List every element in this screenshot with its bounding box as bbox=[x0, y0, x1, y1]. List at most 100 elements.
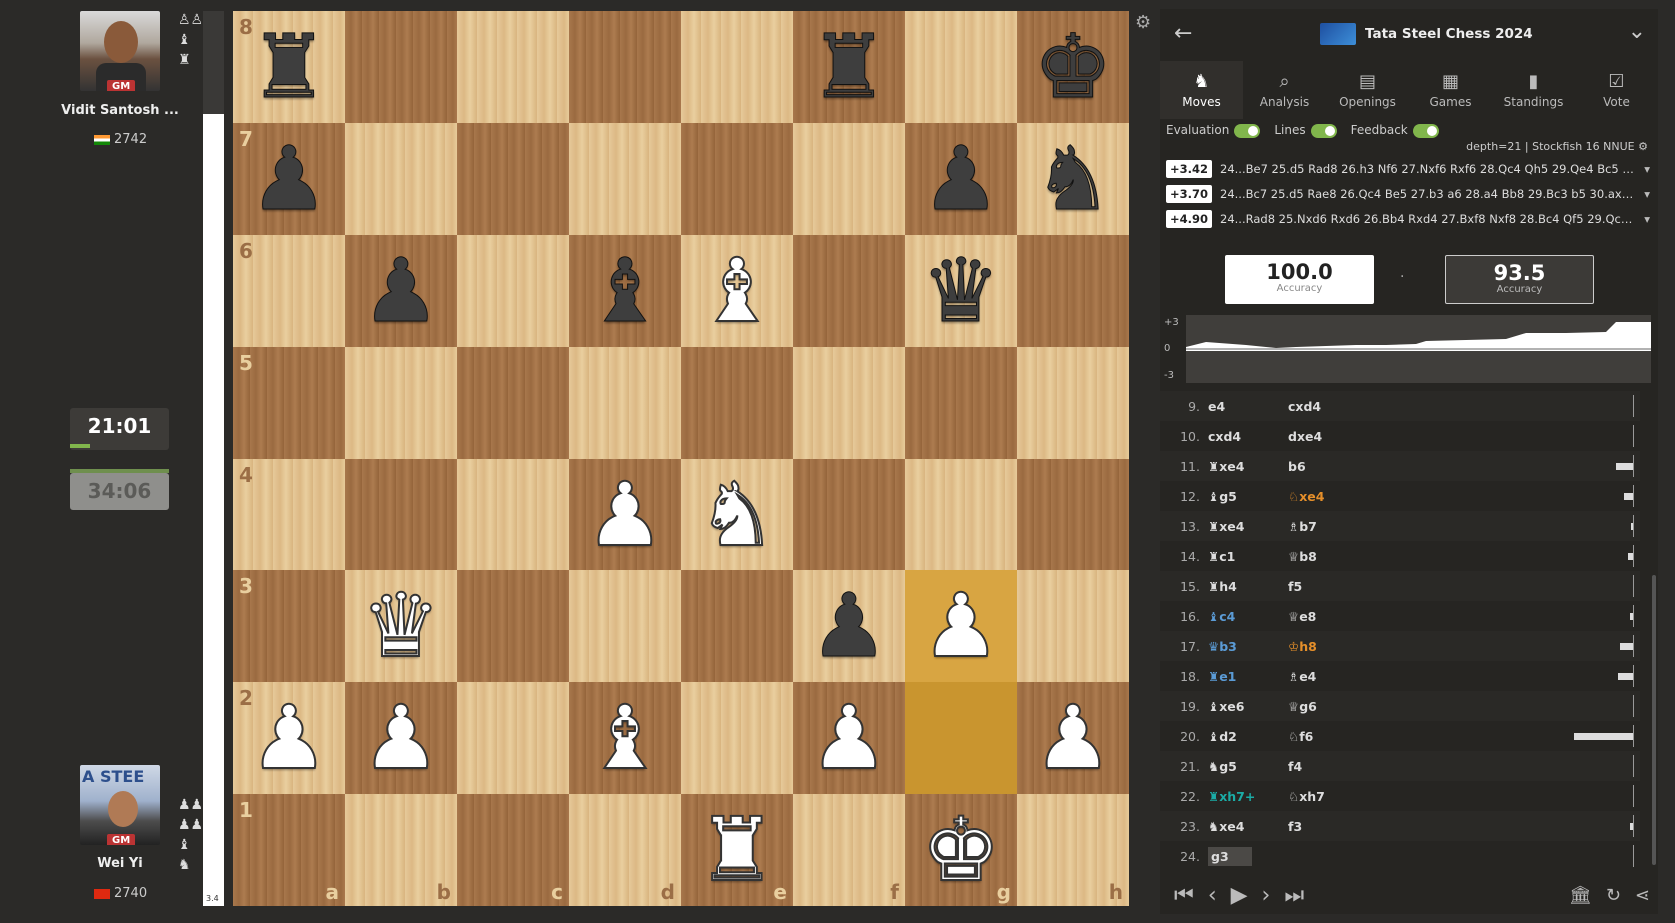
white-pawn-icon[interactable]: ♟ bbox=[1033, 693, 1114, 783]
square-a2[interactable]: 2 ♟ bbox=[233, 682, 345, 795]
white-move[interactable]: ♞g5 bbox=[1208, 759, 1288, 774]
square-c4[interactable] bbox=[457, 458, 569, 571]
white-move[interactable]: ♞xe4 bbox=[1208, 819, 1288, 834]
bottom-player-avatar[interactable]: A STEE GM bbox=[80, 765, 160, 845]
black-move[interactable]: cxd4 bbox=[1288, 399, 1368, 414]
black-move[interactable]: ♘xe4 bbox=[1288, 489, 1368, 504]
square-b5[interactable] bbox=[345, 346, 457, 459]
black-pawn-icon[interactable]: ♟ bbox=[921, 134, 1001, 223]
square-a6[interactable]: 6 bbox=[233, 234, 345, 347]
black-king-icon[interactable]: ♚ bbox=[1033, 22, 1113, 111]
white-knight-icon[interactable]: ♞ bbox=[697, 469, 778, 559]
square-h8[interactable]: ♚ bbox=[1017, 11, 1129, 123]
square-f2[interactable]: ♟ bbox=[793, 682, 905, 795]
square-h7[interactable]: ♞ bbox=[1017, 122, 1129, 235]
white-move[interactable]: ♝xe6 bbox=[1208, 699, 1288, 714]
white-move[interactable]: ♝c4 bbox=[1208, 609, 1288, 624]
lines-toggle[interactable]: Lines bbox=[1274, 123, 1337, 138]
black-move[interactable]: f4 bbox=[1288, 759, 1368, 774]
square-h2[interactable]: ♟ bbox=[1017, 682, 1129, 795]
evaluation-toggle[interactable]: Evaluation bbox=[1166, 123, 1261, 138]
black-pawn-icon[interactable]: ♟ bbox=[809, 581, 889, 670]
white-move[interactable]: ♜xh7+ bbox=[1208, 789, 1288, 804]
black-queen-icon[interactable]: ♛ bbox=[921, 246, 1001, 335]
white-move[interactable]: g3 bbox=[1208, 846, 1252, 866]
play-icon[interactable]: ▶ bbox=[1231, 883, 1248, 908]
white-king-icon[interactable]: ♚ bbox=[921, 805, 1002, 895]
black-knight-icon[interactable]: ♞ bbox=[1033, 134, 1113, 223]
square-e4[interactable]: ♞ bbox=[681, 458, 793, 571]
board-settings-gear-icon[interactable]: ⚙ bbox=[1135, 12, 1151, 33]
square-b7[interactable] bbox=[345, 122, 457, 235]
move-list-scrollbar[interactable] bbox=[1652, 575, 1656, 865]
flip-board-icon[interactable]: ↻ bbox=[1606, 885, 1621, 906]
square-d8[interactable] bbox=[569, 11, 681, 123]
white-move[interactable]: ♜c1 bbox=[1208, 549, 1288, 564]
square-d3[interactable] bbox=[569, 570, 681, 683]
arrow-left-icon[interactable]: ← bbox=[1174, 21, 1192, 46]
square-b6[interactable]: ♟ bbox=[345, 234, 457, 347]
chevron-down-icon[interactable]: ▾ bbox=[1644, 162, 1650, 176]
square-c7[interactable] bbox=[457, 122, 569, 235]
white-move[interactable]: ♜h4 bbox=[1208, 579, 1288, 594]
white-move[interactable]: e4 bbox=[1208, 399, 1288, 414]
square-c5[interactable] bbox=[457, 346, 569, 459]
chevron-down-icon[interactable]: ▾ bbox=[1644, 212, 1650, 226]
white-move[interactable]: cxd4 bbox=[1208, 429, 1288, 444]
square-f7[interactable] bbox=[793, 122, 905, 235]
square-a8[interactable]: 8 ♜ bbox=[233, 11, 345, 123]
square-a1[interactable]: 1a bbox=[233, 794, 345, 907]
square-b2[interactable]: ♟ bbox=[345, 682, 457, 795]
square-a5[interactable]: 5 bbox=[233, 346, 345, 459]
square-h5[interactable] bbox=[1017, 346, 1129, 459]
square-h3[interactable] bbox=[1017, 570, 1129, 683]
square-a3[interactable]: 3 bbox=[233, 570, 345, 683]
square-g5[interactable] bbox=[905, 346, 1017, 459]
square-a4[interactable]: 4 bbox=[233, 458, 345, 571]
white-move[interactable]: ♝d2 bbox=[1208, 729, 1288, 744]
chess-board[interactable]: 8 ♜ ♜ ♚ 7 ♟ ♟ ♞ 6 ♟ ♝ ♝ ♛ 5 4 ♟ ♞ 3 ♛ ♟ ♟ 2 ♟ ♟ ♝ ♟ ♟ 1 a b c d e ♜ f g ♚ h bbox=[233, 11, 1129, 907]
square-g1[interactable]: g ♚ bbox=[905, 794, 1017, 907]
square-d6[interactable]: ♝ bbox=[569, 234, 681, 347]
white-pawn-icon[interactable]: ♟ bbox=[249, 693, 330, 783]
square-c3[interactable] bbox=[457, 570, 569, 683]
white-move[interactable]: ♛b3 bbox=[1208, 639, 1288, 654]
evaluation-switch[interactable] bbox=[1234, 123, 1261, 138]
black-move[interactable]: ♔h8 bbox=[1288, 639, 1368, 654]
square-d2[interactable]: ♝ bbox=[569, 682, 681, 795]
square-d4[interactable]: ♟ bbox=[569, 458, 681, 571]
square-e2[interactable] bbox=[681, 682, 793, 795]
black-pawn-icon[interactable]: ♟ bbox=[249, 134, 329, 223]
white-move[interactable]: ♜xe4 bbox=[1208, 519, 1288, 534]
square-e5[interactable] bbox=[681, 346, 793, 459]
square-d1[interactable]: d bbox=[569, 794, 681, 907]
black-rook-icon[interactable]: ♜ bbox=[249, 22, 329, 111]
white-pawn-icon[interactable]: ♟ bbox=[809, 693, 890, 783]
feedback-switch[interactable] bbox=[1412, 123, 1439, 138]
top-player-avatar[interactable]: GM bbox=[80, 11, 160, 91]
square-h4[interactable] bbox=[1017, 458, 1129, 571]
square-d7[interactable] bbox=[569, 122, 681, 235]
white-rook-icon[interactable]: ♜ bbox=[697, 805, 778, 895]
lines-switch[interactable] bbox=[1310, 123, 1337, 138]
chevron-down-icon[interactable]: ▾ bbox=[1644, 187, 1650, 201]
square-f8[interactable]: ♜ bbox=[793, 11, 905, 123]
square-e6[interactable]: ♝ bbox=[681, 234, 793, 347]
white-bishop-icon[interactable]: ♝ bbox=[585, 693, 666, 783]
square-g2[interactable] bbox=[905, 682, 1017, 795]
white-pawn-icon[interactable]: ♟ bbox=[585, 469, 666, 559]
square-b3[interactable]: ♛ bbox=[345, 570, 457, 683]
white-move[interactable]: ♜xe4 bbox=[1208, 459, 1288, 474]
square-f3[interactable]: ♟ bbox=[793, 570, 905, 683]
square-c1[interactable]: c bbox=[457, 794, 569, 907]
square-c2[interactable] bbox=[457, 682, 569, 795]
square-c6[interactable] bbox=[457, 234, 569, 347]
black-move[interactable]: f3 bbox=[1288, 819, 1368, 834]
black-move[interactable]: b6 bbox=[1288, 459, 1368, 474]
square-h6[interactable] bbox=[1017, 234, 1129, 347]
black-bishop-icon[interactable]: ♝ bbox=[585, 246, 665, 335]
move-list[interactable]: 9. e4 cxd4 10. cxd4 dxe4 11. ♜xe4 b6 12. ♝g5 ♘xe4 13… bbox=[1160, 391, 1640, 871]
square-b4[interactable] bbox=[345, 458, 457, 571]
white-bishop-icon[interactable]: ♝ bbox=[697, 245, 778, 335]
first-move-icon[interactable]: ⏮ bbox=[1174, 883, 1194, 908]
